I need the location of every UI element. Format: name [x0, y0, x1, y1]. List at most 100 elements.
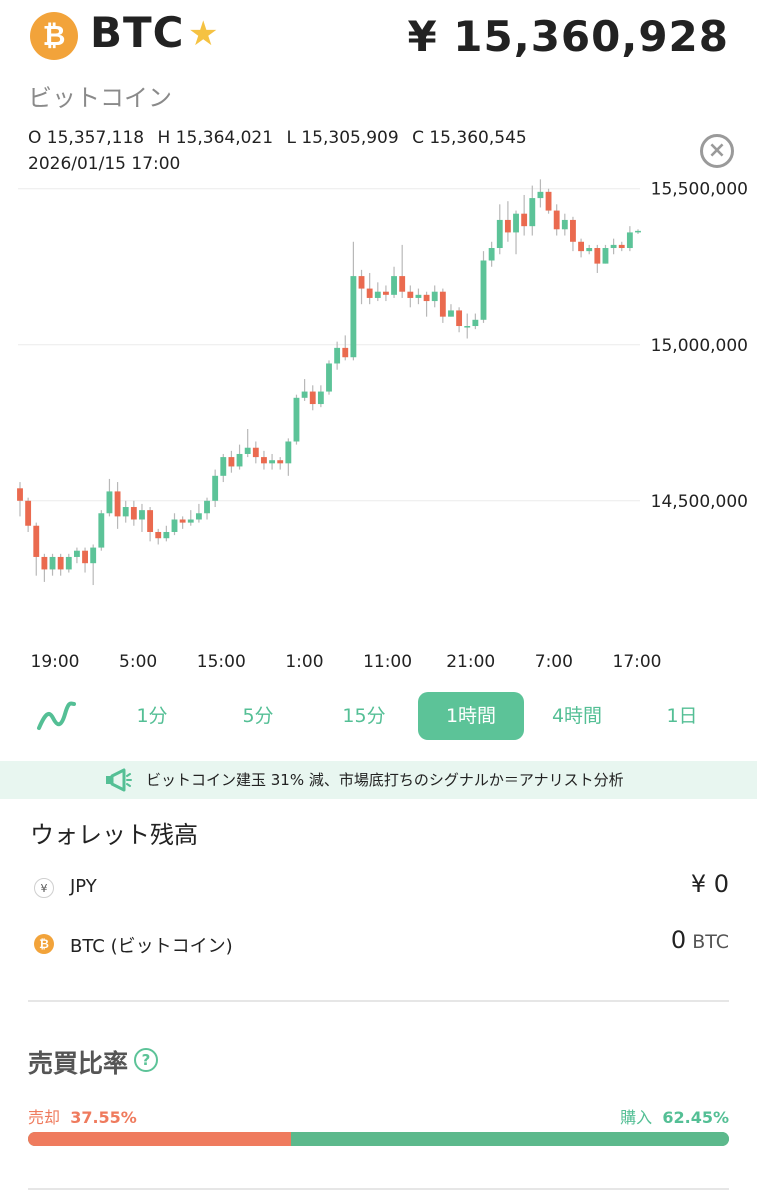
candle — [448, 304, 454, 317]
news-banner[interactable]: ビットコイン建玉 31% 減、市場底打ちのシグナルか＝アナリスト分析 — [0, 761, 757, 799]
candle — [635, 229, 641, 234]
wallet-row-jpy[interactable]: ¥ JPY ¥ 0 — [0, 868, 757, 908]
candle-body-down — [521, 213, 528, 227]
tab-5min[interactable]: 5分 — [218, 692, 298, 740]
ratio-bar-sell — [28, 1132, 292, 1146]
candle — [277, 457, 284, 470]
candle — [464, 313, 471, 339]
candlestick-chart[interactable]: 15,500,000 15,000,000 14,500,000 19:00 5:00… — [0, 170, 757, 680]
ratio-bar — [28, 1132, 729, 1146]
tab-1hour[interactable]: 1時間 — [418, 692, 524, 740]
tab-1day[interactable]: 1日 — [642, 692, 722, 740]
candle — [382, 285, 389, 302]
candle-body-down — [147, 510, 154, 532]
candle-body-down — [17, 488, 23, 501]
candle-body-up — [49, 556, 56, 570]
x-tick-label: 17:00 — [613, 652, 662, 672]
candle — [228, 450, 235, 473]
candle-body-up — [187, 519, 194, 523]
candle — [626, 226, 633, 252]
yen-icon: ¥ — [34, 878, 54, 898]
candle — [98, 510, 105, 551]
wallet-currency-label: BTC (ビットコイン) — [70, 936, 233, 957]
candle — [285, 438, 292, 476]
candle-body-down — [439, 291, 446, 317]
candle — [301, 379, 308, 401]
candle — [33, 522, 40, 576]
candle — [187, 510, 194, 526]
candle — [586, 244, 593, 255]
candle-body-up — [602, 248, 609, 264]
candle — [163, 525, 170, 542]
candle — [155, 528, 162, 545]
buy-ratio-label: 購入 62.45% — [620, 1104, 729, 1128]
tab-1min[interactable]: 1分 — [112, 692, 192, 740]
candle — [90, 544, 97, 586]
candle-body-down — [41, 556, 48, 570]
candle-body-up — [195, 513, 202, 520]
ratio-bar-buy — [291, 1132, 729, 1146]
wallet-amount-value: ¥ 0 — [690, 870, 729, 898]
candle-body-up — [269, 460, 276, 464]
candle-body-up — [163, 531, 170, 539]
candle — [496, 204, 503, 255]
candle-body-up — [513, 213, 519, 233]
tab-4hour[interactable]: 4時間 — [534, 692, 620, 740]
candle — [252, 441, 259, 464]
candle-body-up — [496, 219, 503, 249]
candle-body-down — [82, 550, 88, 564]
candle-body-down — [114, 491, 121, 517]
candle — [480, 251, 487, 323]
wallet-row-btc[interactable]: ₿ BTC (ビットコイン) 0 BTC — [0, 924, 757, 964]
candle — [431, 285, 438, 308]
megaphone-icon — [106, 768, 132, 792]
candle — [73, 547, 80, 564]
candle — [561, 213, 568, 236]
ohlc-readout: O 15,357,118 H 15,364,021 L 15,305,909 C… — [28, 128, 535, 148]
candle-body-down — [456, 310, 463, 327]
candle-body-down — [570, 219, 576, 242]
ratio-title: 売買比率 — [28, 1049, 129, 1078]
candle — [139, 503, 145, 532]
ohlc-low: L 15,305,909 — [286, 128, 399, 148]
candle — [57, 553, 64, 576]
candle — [618, 241, 625, 252]
candle-body-up — [586, 248, 593, 252]
candle-body-up — [374, 291, 381, 298]
candle-body-up — [139, 510, 145, 520]
candle-body-up — [212, 475, 219, 501]
star-icon[interactable]: ★ — [188, 14, 218, 54]
buy-value: 62.45% — [662, 1108, 729, 1127]
candle — [415, 288, 422, 305]
x-tick-label: 5:00 — [119, 652, 157, 672]
candle — [171, 513, 178, 536]
help-icon[interactable]: ? — [134, 1048, 158, 1072]
candle — [130, 500, 137, 526]
candle — [570, 216, 576, 252]
candle — [342, 335, 349, 361]
candle — [236, 444, 243, 470]
candle-body-down — [545, 191, 552, 211]
x-tick-label: 7:00 — [535, 652, 573, 672]
ohlc-close: C 15,360,545 — [412, 128, 527, 148]
bitcoin-logo-icon: ₿ — [30, 12, 78, 60]
wallet-amount-unit: BTC — [692, 931, 729, 953]
candle — [553, 204, 560, 236]
tab-15min[interactable]: 15分 — [324, 692, 404, 740]
candle — [17, 482, 23, 517]
close-circle-icon[interactable]: × — [700, 134, 734, 168]
candle-body-up — [326, 363, 332, 392]
candle-body-up — [464, 326, 471, 328]
candle — [407, 285, 414, 308]
line-chart-icon[interactable] — [36, 700, 76, 732]
candle — [366, 272, 373, 305]
candle-body-down — [594, 248, 601, 264]
candle-body-down — [25, 500, 32, 526]
candle-body-up — [220, 457, 227, 476]
candle — [529, 185, 536, 236]
candle — [326, 360, 332, 395]
candle-body-up — [106, 491, 113, 514]
candle-body-up — [529, 198, 536, 227]
x-tick-label: 1:00 — [285, 652, 323, 672]
divider — [28, 1000, 729, 1002]
